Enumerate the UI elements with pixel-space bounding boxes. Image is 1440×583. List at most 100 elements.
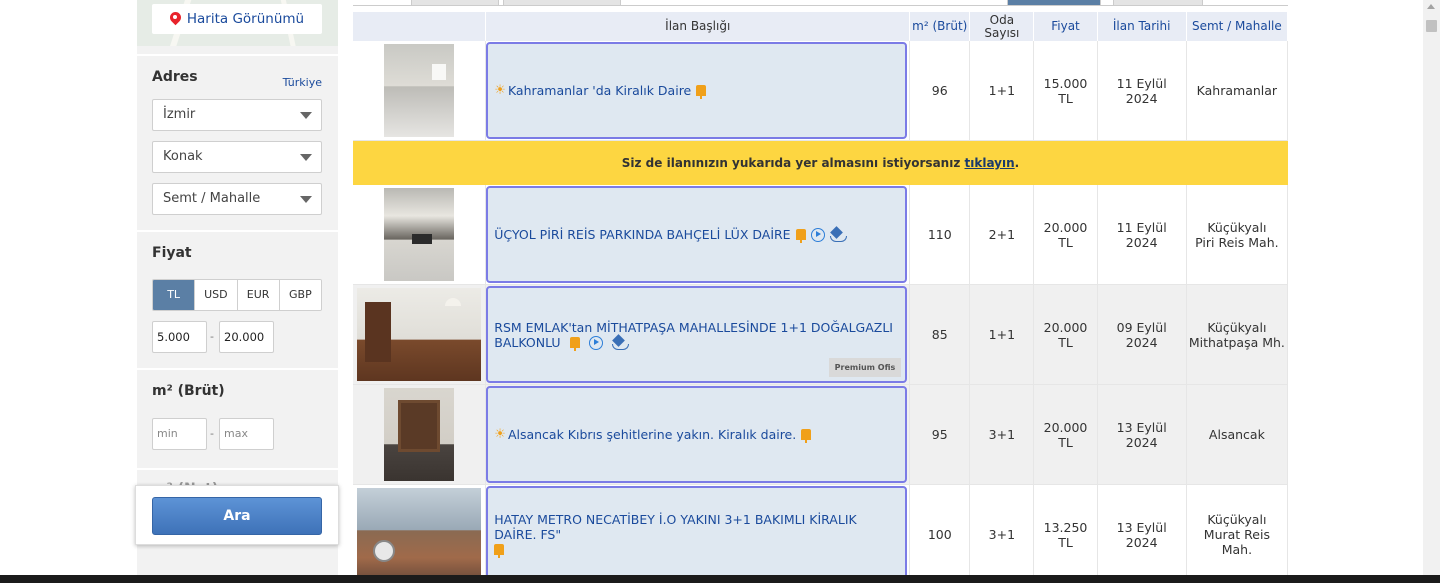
view-tab[interactable] (411, 0, 499, 6)
table-row[interactable]: ☀ Kahramanlar 'da Kiralık Daire 96 1+1 1… (353, 41, 1288, 141)
map-view-button[interactable]: Harita Görünümü (152, 4, 322, 34)
listing-location-line: Mithatpaşa Mh. (1188, 334, 1285, 350)
search-button[interactable]: Ara (152, 497, 322, 535)
listing-title-wrap: RSM EMLAK'tan MİTHATPAŞA MAHALLESİNDE 1+… (494, 320, 899, 351)
price-max-input[interactable]: 20.000 (219, 321, 274, 353)
listing-title-wrap: HATAY METRO NECATİBEY İ.O YAKINI 3+1 BAK… (494, 512, 899, 558)
listing-date: 09 Eylül 2024 (1097, 285, 1187, 385)
currency-gbp[interactable]: GBP (278, 280, 321, 310)
table-header: İlan Başlığı m² (Brüt) Oda Sayısı Fiyat … (353, 12, 1288, 41)
listing-title[interactable]: HATAY METRO NECATİBEY İ.O YAKINI 3+1 BAK… (494, 512, 856, 542)
listing-photo[interactable] (353, 185, 487, 285)
photo-window (432, 64, 447, 80)
listing-photo-image (357, 488, 482, 581)
promo-link[interactable]: tıklayın (965, 156, 1015, 170)
listing-date: 13 Eylül 2024 (1097, 485, 1187, 583)
city-select[interactable]: İzmir (152, 99, 322, 131)
header-rooms[interactable]: Oda Sayısı (970, 12, 1035, 41)
listing-location: Küçükyalı Mithatpaşa Mh. (1186, 285, 1288, 385)
header-date[interactable]: İlan Tarihi (1097, 12, 1187, 41)
listing-date-year: 2024 (1125, 434, 1158, 450)
price-min-input[interactable]: 5.000 (152, 321, 207, 353)
listing-price: 20.000 TL (1034, 285, 1098, 385)
listing-title-cell[interactable]: HATAY METRO NECATİBEY İ.O YAKINI 3+1 BAK… (486, 485, 911, 583)
listing-area: İlan Başlığı m² (Brüt) Oda Sayısı Fiyat … (353, 0, 1288, 583)
listing-title-box[interactable]: ☀ Alsancak Kıbrıs şehitlerine yakın. Kir… (486, 386, 908, 483)
virtual-tour-icon[interactable] (611, 336, 629, 350)
listing-title-box[interactable]: ÜÇYOL PİRİ REİS PARKINDA BAHÇELİ LÜX DAİ… (486, 186, 908, 283)
listing-title-box[interactable]: RSM EMLAK'tan MİTHATPAŞA MAHALLESİNDE 1+… (486, 286, 908, 383)
virtual-tour-icon[interactable] (829, 228, 847, 242)
scroll-up-icon[interactable] (1427, 4, 1435, 9)
listing-date-day: 11 Eylül (1116, 219, 1167, 235)
photo-oven (412, 234, 433, 244)
area-min-input[interactable]: min (152, 418, 207, 450)
listing-title-cell[interactable]: ☀ Alsancak Kıbrıs şehitlerine yakın. Kir… (486, 385, 911, 485)
listing-title-cell[interactable]: ☀ Kahramanlar 'da Kiralık Daire (486, 41, 911, 141)
play-video-icon[interactable] (588, 335, 603, 350)
listing-photo[interactable] (353, 485, 487, 583)
neighborhood-value: Semt / Mahalle (163, 191, 261, 206)
listing-photo-image (384, 188, 455, 281)
listing-title[interactable]: Alsancak Kıbrıs şehitlerine yakın. Kiral… (508, 427, 796, 442)
premium-office-badge: Premium Ofis (828, 358, 902, 377)
listing-location-line: Piri Reis Mah. (1195, 234, 1279, 250)
currency-usd[interactable]: USD (194, 280, 237, 310)
listing-title-box[interactable]: ☀ Kahramanlar 'da Kiralık Daire (486, 42, 908, 139)
bottom-bar (0, 575, 1440, 583)
map-preview[interactable]: Harita Görünümü (137, 0, 338, 46)
listing-area: 100 (910, 485, 971, 583)
flag-icon (795, 229, 806, 243)
listing-photo[interactable] (353, 285, 487, 385)
listing-title[interactable]: RSM EMLAK'tan MİTHATPAŞA MAHALLESİNDE 1+… (494, 320, 893, 350)
listing-date-year: 2024 (1125, 90, 1158, 106)
flag-icon (696, 85, 707, 99)
listing-location: Alsancak (1186, 385, 1288, 485)
view-tab[interactable] (503, 0, 621, 6)
table-row[interactable]: ÜÇYOL PİRİ REİS PARKINDA BAHÇELİ LÜX DAİ… (353, 185, 1288, 285)
district-select[interactable]: Konak (152, 141, 322, 173)
header-title[interactable]: İlan Başlığı (486, 12, 911, 41)
header-area[interactable]: m² (Brüt) (910, 12, 971, 41)
address-section: Adres Türkiye İzmir Konak Semt / Mahalle (137, 54, 338, 226)
table-row[interactable]: ☀ Alsancak Kıbrıs şehitlerine yakın. Kir… (353, 385, 1288, 485)
country-link[interactable]: Türkiye (283, 76, 322, 89)
scrollbar-thumb[interactable] (1426, 20, 1437, 32)
listing-photo[interactable] (353, 41, 487, 141)
map-view-label: Harita Görünümü (186, 11, 305, 27)
listing-area: 95 (910, 385, 971, 485)
sun-icon: ☀ (494, 83, 506, 98)
flag-icon (801, 429, 812, 443)
chevron-down-icon (300, 154, 312, 161)
map-pin-icon (170, 12, 181, 26)
table-row[interactable]: RSM EMLAK'tan MİTHATPAŞA MAHALLESİNDE 1+… (353, 285, 1288, 385)
currency-eur[interactable]: EUR (236, 280, 279, 310)
listing-photo[interactable] (353, 385, 487, 485)
photo-satellite-dish (373, 540, 396, 562)
table-row[interactable]: HATAY METRO NECATİBEY İ.O YAKINI 3+1 BAK… (353, 485, 1288, 583)
sun-icon: ☀ (494, 427, 506, 442)
listing-title[interactable]: Kahramanlar 'da Kiralık Daire (508, 83, 691, 98)
listing-date-year: 2024 (1125, 234, 1158, 250)
listing-title-cell[interactable]: RSM EMLAK'tan MİTHATPAŞA MAHALLESİNDE 1+… (486, 285, 911, 385)
view-tab[interactable] (1113, 0, 1203, 6)
play-video-icon[interactable] (810, 227, 825, 242)
header-location[interactable]: Semt / Mahalle (1186, 12, 1288, 41)
listing-title[interactable]: ÜÇYOL PİRİ REİS PARKINDA BAHÇELİ LÜX DAİ… (494, 227, 790, 242)
header-price[interactable]: Fiyat (1034, 12, 1098, 41)
neighborhood-select[interactable]: Semt / Mahalle (152, 183, 322, 215)
listing-location-line: Küçükyalı (1207, 319, 1267, 335)
listing-title-box[interactable]: HATAY METRO NECATİBEY İ.O YAKINI 3+1 BAK… (486, 486, 908, 583)
listing-price: 15.000 TL (1034, 41, 1098, 141)
view-tab[interactable] (1007, 0, 1101, 6)
page-scrollbar[interactable] (1423, 0, 1440, 583)
currency-tl[interactable]: TL (153, 280, 195, 310)
area-max-input[interactable]: max (219, 418, 274, 450)
listing-location-line: Kahramanlar (1196, 83, 1278, 98)
promo-message: Siz de ilanınızın yukarıda yer almasını … (621, 156, 965, 170)
listing-title-cell[interactable]: ÜÇYOL PİRİ REİS PARKINDA BAHÇELİ LÜX DAİ… (486, 185, 911, 285)
listing-price: 20.000 TL (1034, 185, 1098, 285)
flag-icon (569, 336, 580, 351)
listing-location: Küçükyalı Piri Reis Mah. (1186, 185, 1288, 285)
listing-date-day: 09 Eylül (1116, 319, 1167, 335)
